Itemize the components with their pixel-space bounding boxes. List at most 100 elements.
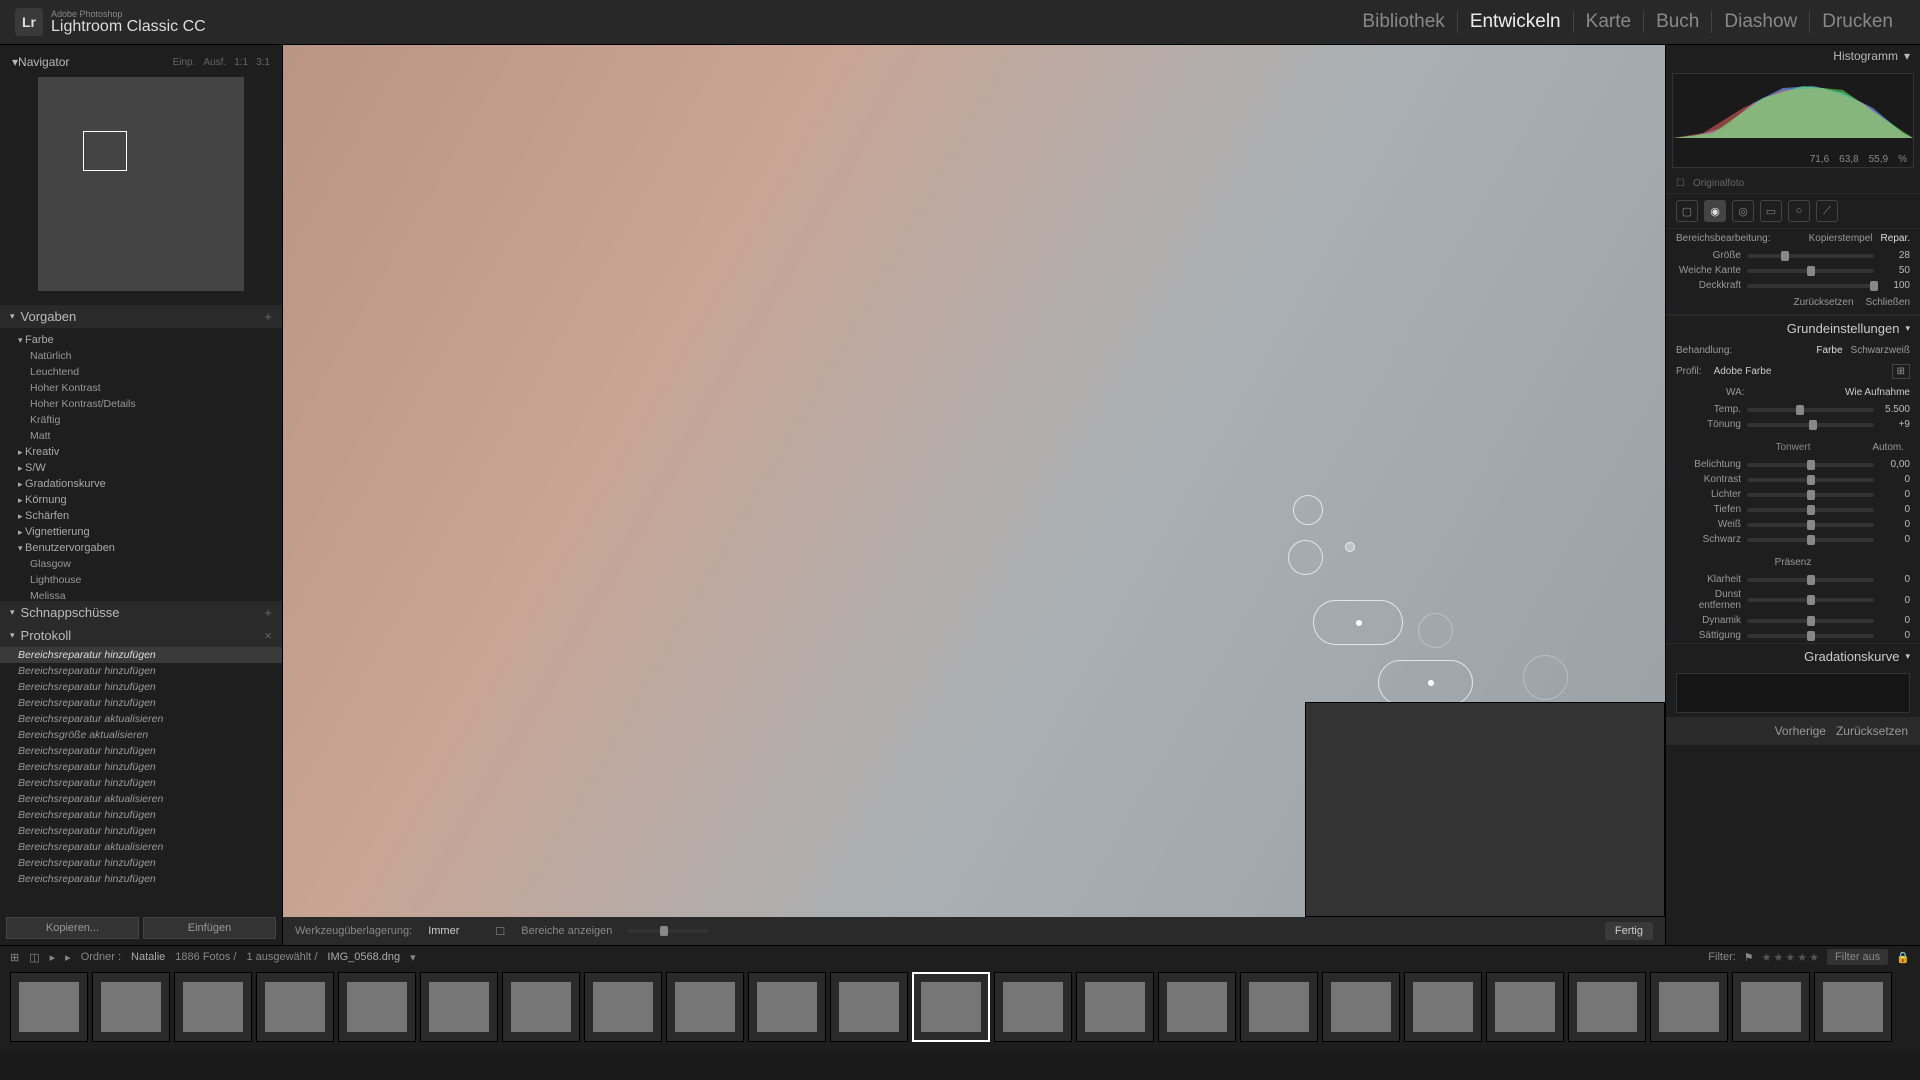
- slider-value[interactable]: 0: [1880, 615, 1910, 626]
- history-item[interactable]: Bereichsreparatur hinzufügen: [0, 743, 282, 759]
- thumbnail[interactable]: [420, 972, 498, 1042]
- add-icon[interactable]: +: [264, 309, 272, 324]
- slider-track[interactable]: [1747, 578, 1874, 582]
- slider-value[interactable]: 0: [1880, 595, 1910, 606]
- preset-item[interactable]: Leuchtend: [0, 364, 282, 380]
- slider-value[interactable]: 0,00: [1880, 459, 1910, 470]
- filter-off[interactable]: Filter aus: [1827, 949, 1888, 965]
- slider-value[interactable]: 28: [1880, 250, 1910, 261]
- tint-slider[interactable]: [1747, 423, 1874, 427]
- slider-value[interactable]: 0: [1880, 534, 1910, 545]
- temp-value[interactable]: 5.500: [1880, 404, 1910, 415]
- heal-spot[interactable]: [1288, 540, 1323, 575]
- history-item[interactable]: Bereichsreparatur hinzufügen: [0, 823, 282, 839]
- thumbnail[interactable]: [1076, 972, 1154, 1042]
- treatment-bw[interactable]: Schwarzweiß: [1851, 345, 1910, 356]
- preset-group[interactable]: Körnung: [0, 492, 282, 508]
- basic-header[interactable]: Grundeinstellungen▾: [1666, 315, 1920, 341]
- presets-header[interactable]: ▾ Vorgaben +: [0, 305, 282, 328]
- snapshots-header[interactable]: ▾ Schnappschüsse +: [0, 601, 282, 624]
- overlay-mode[interactable]: Immer: [428, 925, 459, 937]
- grid-icon[interactable]: ⊞: [10, 951, 19, 964]
- slider-track[interactable]: [1747, 523, 1874, 527]
- clear-icon[interactable]: ×: [264, 628, 272, 643]
- thumbnail[interactable]: [10, 972, 88, 1042]
- module-print[interactable]: Drucken: [1809, 11, 1905, 33]
- paste-button[interactable]: Einfügen: [143, 917, 276, 939]
- slider-track[interactable]: [1747, 254, 1874, 258]
- slider-value[interactable]: 0: [1880, 519, 1910, 530]
- preset-item[interactable]: Hoher Kontrast: [0, 380, 282, 396]
- histogram[interactable]: 71,6 63,8 55,9 %: [1672, 73, 1914, 168]
- gradient-tool[interactable]: ▭: [1760, 200, 1782, 222]
- module-library[interactable]: Bibliothek: [1350, 11, 1456, 33]
- brush-tool[interactable]: ⟋: [1816, 200, 1838, 222]
- history-item[interactable]: Bereichsgröße aktualisieren: [0, 727, 282, 743]
- thumbnail[interactable]: [338, 972, 416, 1042]
- heal-pin[interactable]: [1345, 542, 1355, 552]
- thumbnail[interactable]: [92, 972, 170, 1042]
- slider-track[interactable]: [1747, 634, 1874, 638]
- heal-spot[interactable]: [1293, 495, 1323, 525]
- clone-mode[interactable]: Kopierstempel: [1809, 233, 1873, 244]
- history-item[interactable]: Bereichsreparatur hinzufügen: [0, 775, 282, 791]
- history-item[interactable]: Bereichsreparatur hinzufügen: [0, 695, 282, 711]
- treatment-color[interactable]: Farbe: [1816, 345, 1842, 356]
- history-item[interactable]: Bereichsreparatur aktualisieren: [0, 839, 282, 855]
- preset-item[interactable]: Matt: [0, 428, 282, 444]
- slider-value[interactable]: 0: [1880, 630, 1910, 641]
- slider-value[interactable]: 0: [1880, 474, 1910, 485]
- thumbnail[interactable]: [748, 972, 826, 1042]
- auto-button[interactable]: Autom.: [1872, 442, 1904, 453]
- tonecurve-graph[interactable]: [1676, 673, 1910, 713]
- tint-value[interactable]: +9: [1880, 419, 1910, 430]
- chevron-down-icon[interactable]: ▾: [1904, 49, 1910, 63]
- thumbnail[interactable]: [1568, 972, 1646, 1042]
- radial-tool[interactable]: ○: [1788, 200, 1810, 222]
- slider-track[interactable]: [1747, 284, 1874, 288]
- slider-track[interactable]: [1747, 508, 1874, 512]
- history-header[interactable]: ▾ Protokoll ×: [0, 624, 282, 647]
- preset-group[interactable]: Benutzervorgaben: [0, 540, 282, 556]
- thumbnail[interactable]: [912, 972, 990, 1042]
- module-develop[interactable]: Entwickeln: [1457, 11, 1573, 33]
- nav-fill[interactable]: Ausf.: [203, 57, 226, 68]
- slider-track[interactable]: [1747, 598, 1874, 602]
- previous-button[interactable]: Vorherige: [1775, 724, 1826, 738]
- redeye-tool[interactable]: ◎: [1732, 200, 1754, 222]
- thumbnail[interactable]: [502, 972, 580, 1042]
- wb-select[interactable]: Wie Aufnahme: [1845, 387, 1910, 398]
- slider-value[interactable]: 0: [1880, 574, 1910, 585]
- slider-track[interactable]: [1747, 493, 1874, 497]
- slider-track[interactable]: [1747, 619, 1874, 623]
- done-button[interactable]: Fertig: [1605, 922, 1653, 940]
- nav-fit[interactable]: Einp.: [173, 57, 196, 68]
- history-item[interactable]: Bereichsreparatur hinzufügen: [0, 759, 282, 775]
- preset-item[interactable]: Kräftig: [0, 412, 282, 428]
- slider-value[interactable]: 0: [1880, 489, 1910, 500]
- thumbnail[interactable]: [1240, 972, 1318, 1042]
- image-canvas[interactable]: [283, 45, 1665, 917]
- preset-group[interactable]: Kreativ: [0, 444, 282, 460]
- thumbnail[interactable]: [1404, 972, 1482, 1042]
- slider-track[interactable]: [1747, 538, 1874, 542]
- thumbnail-strip[interactable]: [0, 968, 1920, 1050]
- heal-pin[interactable]: [1356, 620, 1362, 626]
- profile-grid-icon[interactable]: ⊞: [1892, 364, 1910, 379]
- history-item[interactable]: Bereichsreparatur hinzufügen: [0, 855, 282, 871]
- preset-item[interactable]: Natürlich: [0, 348, 282, 364]
- lock-icon[interactable]: 🔒: [1896, 951, 1910, 964]
- module-map[interactable]: Karte: [1573, 11, 1643, 33]
- nav-3-1[interactable]: 3:1: [256, 57, 270, 68]
- slider-value[interactable]: 50: [1880, 265, 1910, 276]
- preset-group[interactable]: Gradationskurve: [0, 476, 282, 492]
- heal-pin[interactable]: [1428, 680, 1434, 686]
- preset-group[interactable]: Farbe: [0, 332, 282, 348]
- rating-filter[interactable]: ★★★★★: [1762, 951, 1819, 964]
- slider-value[interactable]: 100: [1880, 280, 1910, 291]
- slider-track[interactable]: [1747, 269, 1874, 273]
- add-icon[interactable]: +: [264, 605, 272, 620]
- preset-item[interactable]: Hoher Kontrast/Details: [0, 396, 282, 412]
- preset-group[interactable]: Schärfen: [0, 508, 282, 524]
- module-book[interactable]: Buch: [1643, 11, 1711, 33]
